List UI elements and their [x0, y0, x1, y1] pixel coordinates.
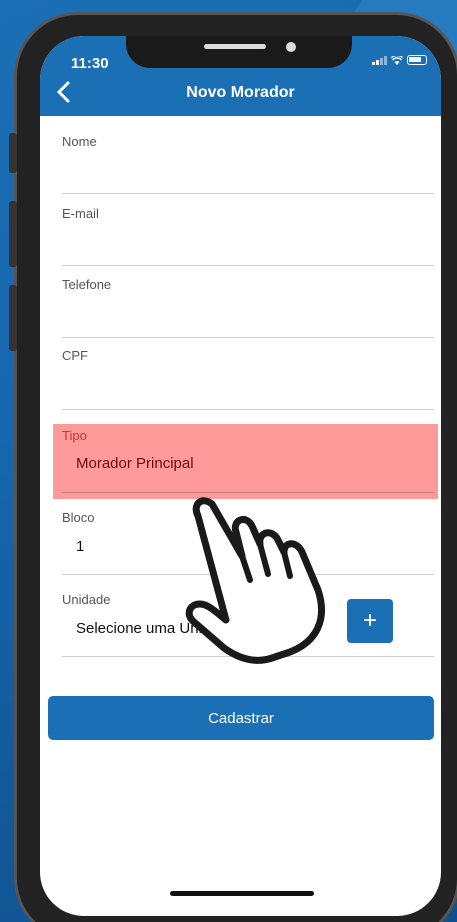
field-divider — [62, 337, 434, 338]
telefone-label: Telefone — [62, 277, 112, 292]
phone-side-button — [9, 133, 17, 173]
tipo-label: Tipo — [62, 428, 87, 443]
cpf-label: CPF — [62, 348, 88, 363]
plus-icon: + — [362, 607, 377, 634]
status-time: 11:30 — [71, 55, 109, 72]
pointing-hand-icon — [185, 497, 325, 664]
field-divider — [62, 193, 434, 194]
wifi-icon — [391, 55, 403, 65]
field-divider — [62, 409, 434, 410]
status-icons — [372, 55, 427, 65]
telefone-field[interactable]: Telefone — [62, 277, 434, 339]
home-indicator — [170, 891, 314, 896]
add-unit-button[interactable]: + — [347, 599, 393, 643]
phone-volume-down-button — [9, 285, 17, 351]
field-divider — [62, 265, 434, 266]
nome-label: Nome — [62, 134, 97, 149]
page-title: Novo Morador — [186, 84, 295, 101]
phone-volume-up-button — [9, 201, 17, 267]
signal-icon — [372, 55, 387, 65]
cpf-field[interactable]: CPF — [62, 348, 434, 410]
email-label: E-mail — [62, 206, 99, 221]
email-field[interactable]: E-mail — [62, 206, 434, 268]
phone-notch — [126, 36, 352, 68]
battery-icon — [407, 55, 427, 65]
cadastrar-button[interactable]: Cadastrar — [48, 696, 434, 740]
nome-field[interactable]: Nome — [62, 134, 434, 196]
